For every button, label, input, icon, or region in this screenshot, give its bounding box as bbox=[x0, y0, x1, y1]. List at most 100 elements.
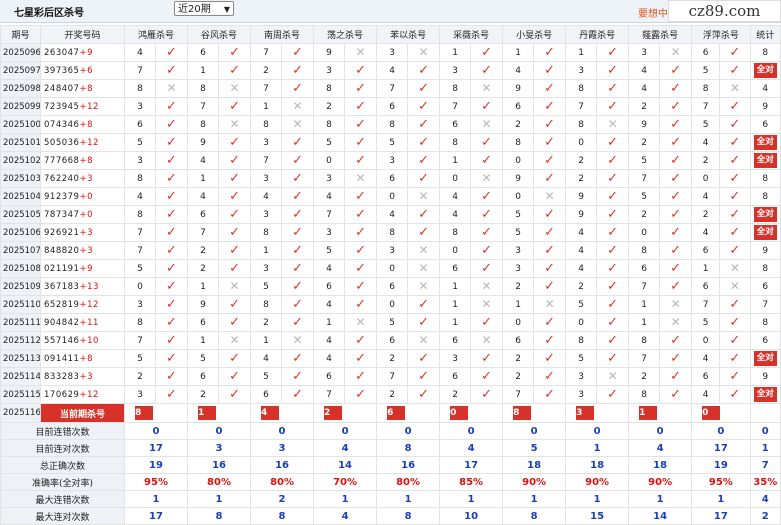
col-expert[interactable]: 采薇杀号 bbox=[439, 25, 504, 44]
kill-number: 3 bbox=[124, 295, 156, 314]
kill-number: 5 bbox=[691, 115, 721, 134]
kill-number: 4 bbox=[691, 385, 721, 404]
check-icon: ✓ bbox=[596, 97, 630, 116]
kill-number: 4 bbox=[313, 187, 346, 206]
stats-row: 目前连对次数 17 3 3 4 8 4 5 1 4 17 1 bbox=[0, 439, 781, 457]
check-icon: ✓ bbox=[407, 223, 441, 242]
check-icon: ✓ bbox=[281, 241, 315, 260]
kill-number: 2 bbox=[250, 61, 283, 80]
kill-number: 6 bbox=[439, 115, 472, 134]
draw-digits: 397365 bbox=[44, 65, 80, 76]
draw-number-cell: 833283+3 bbox=[40, 367, 125, 386]
period-cell: 2025112 bbox=[0, 331, 41, 350]
kill-number: 6 bbox=[124, 115, 156, 134]
kill-number: 3 bbox=[502, 259, 535, 278]
stats-value: 0 bbox=[749, 422, 781, 440]
kill-number: 7 bbox=[313, 385, 346, 404]
check-icon: ✓ bbox=[719, 151, 751, 170]
draw-number-cell: 248407+8 bbox=[40, 79, 125, 98]
kill-number: 8 bbox=[250, 223, 283, 242]
cross-icon: ✕ bbox=[281, 331, 315, 350]
cross-icon: ✕ bbox=[533, 295, 567, 314]
kill-number: 5 bbox=[691, 313, 721, 332]
table-row: 2025096 263047+9 4 ✓ 6 ✓ 7 ✓ 9 ✕ 3 ✕ 1 ✓ 1 ✓ 1 ✓ 3 ✕ 6 ✓ 8 bbox=[0, 43, 781, 62]
col-expert[interactable]: 薤露杀号 bbox=[628, 25, 693, 44]
total-cell: 9 bbox=[749, 241, 781, 260]
col-expert[interactable]: 荡之杀号 bbox=[313, 25, 378, 44]
kill-number: 4 bbox=[250, 187, 283, 206]
stats-row: 目前连错次数 0 0 0 0 0 0 0 0 0 0 0 bbox=[0, 422, 781, 440]
kill-number: 6 bbox=[691, 43, 721, 62]
kill-number: 8 bbox=[124, 205, 156, 224]
check-icon: ✓ bbox=[470, 97, 504, 116]
stats-value: 0 bbox=[250, 422, 315, 440]
cross-icon: ✕ bbox=[407, 187, 441, 206]
check-icon: ✓ bbox=[154, 151, 189, 170]
stats-value: 18 bbox=[502, 456, 567, 474]
col-expert[interactable]: 谷风杀号 bbox=[187, 25, 252, 44]
check-icon: ✓ bbox=[719, 349, 751, 368]
current-kill-number: 6 bbox=[387, 406, 406, 420]
col-expert[interactable]: 苯以杀号 bbox=[376, 25, 441, 44]
kill-number: 2 bbox=[250, 313, 283, 332]
table-row: 2025102 777668+8 3 ✓ 4 ✓ 7 ✓ 0 ✓ 3 ✓ 1 ✓ 0 ✓ 2 ✓ 5 ✓ 2 ✓ 全对 bbox=[0, 151, 781, 170]
check-icon: ✓ bbox=[407, 97, 441, 116]
stats-value: 17 bbox=[123, 507, 189, 525]
stats-value: 95% bbox=[691, 473, 751, 491]
kill-number: 0 bbox=[691, 169, 721, 188]
cross-icon: ✕ bbox=[344, 43, 378, 62]
draw-digits: 904842 bbox=[44, 317, 80, 328]
kill-number: 6 bbox=[187, 367, 220, 386]
table-row: 2025112 557146+10 7 ✓ 1 ✕ 1 ✕ 4 ✓ 6 ✕ 6 ✕ 6 ✓ 8 ✓ 8 ✓ 0 ✓ 6 bbox=[0, 331, 781, 350]
table-row: 2025097 397365+6 7 ✓ 1 ✓ 2 ✓ 3 ✓ 4 ✓ 3 ✓ 4 ✓ 3 ✓ 4 ✓ 5 ✓ 全对 bbox=[0, 61, 781, 80]
stats-label: 最大连错次数 bbox=[0, 490, 125, 508]
table-row: 2025103 762240+3 8 ✓ 1 ✓ 3 ✓ 3 ✕ 6 ✓ 0 ✕ 9 ✓ 2 ✓ 7 ✓ 0 ✓ 8 bbox=[0, 169, 781, 188]
kill-number: 2 bbox=[502, 277, 535, 296]
cross-icon: ✕ bbox=[154, 79, 189, 98]
total-cell: 6 bbox=[749, 277, 781, 296]
col-expert[interactable]: 浮萍杀号 bbox=[691, 25, 751, 44]
check-icon: ✓ bbox=[596, 187, 630, 206]
kill-number: 7 bbox=[565, 97, 598, 116]
col-expert[interactable]: 丹霞杀号 bbox=[565, 25, 630, 44]
stats-label: 目前连对次数 bbox=[0, 439, 125, 457]
period-range-select[interactable]: 近20期 ▼ bbox=[174, 1, 234, 16]
col-expert[interactable]: 南周杀号 bbox=[250, 25, 315, 44]
check-icon: ✓ bbox=[659, 241, 693, 260]
site-logo[interactable]: cz89.com bbox=[668, 0, 781, 22]
kill-number: 4 bbox=[565, 241, 598, 260]
check-icon: ✓ bbox=[218, 259, 252, 278]
stats-value: 90% bbox=[628, 473, 693, 491]
kill-number: 7 bbox=[628, 169, 661, 188]
check-icon: ✓ bbox=[533, 277, 567, 296]
kill-number: 7 bbox=[124, 223, 156, 242]
kill-number: 5 bbox=[250, 277, 283, 296]
check-icon: ✓ bbox=[407, 115, 441, 134]
period-cell: 2025104 bbox=[0, 187, 41, 206]
check-icon: ✓ bbox=[596, 61, 630, 80]
col-expert[interactable]: 小旻杀号 bbox=[502, 25, 567, 44]
check-icon: ✓ bbox=[533, 133, 567, 152]
kill-number: 6 bbox=[439, 367, 472, 386]
cross-icon: ✕ bbox=[218, 277, 252, 296]
kill-number: 3 bbox=[250, 259, 283, 278]
col-expert[interactable]: 鸿雁杀号 bbox=[123, 25, 189, 44]
kill-number: 8 bbox=[565, 331, 598, 350]
kill-number: 6 bbox=[376, 277, 409, 296]
period-cell: 2025103 bbox=[0, 169, 41, 188]
check-icon: ✓ bbox=[407, 151, 441, 170]
check-icon: ✓ bbox=[533, 43, 567, 62]
kill-number: 8 bbox=[124, 313, 156, 332]
kill-number: 8 bbox=[502, 133, 535, 152]
cross-icon: ✕ bbox=[407, 43, 441, 62]
kill-number: 0 bbox=[565, 133, 598, 152]
cross-icon: ✕ bbox=[719, 79, 751, 98]
all-correct-badge: 全对 bbox=[753, 135, 777, 150]
kill-number: 8 bbox=[250, 115, 283, 134]
kill-number: 3 bbox=[565, 385, 598, 404]
kill-number: 8 bbox=[628, 385, 661, 404]
draw-sum: +12 bbox=[79, 101, 99, 112]
kill-number: 0 bbox=[565, 313, 598, 332]
kill-number: 6 bbox=[628, 259, 661, 278]
check-icon: ✓ bbox=[533, 331, 567, 350]
